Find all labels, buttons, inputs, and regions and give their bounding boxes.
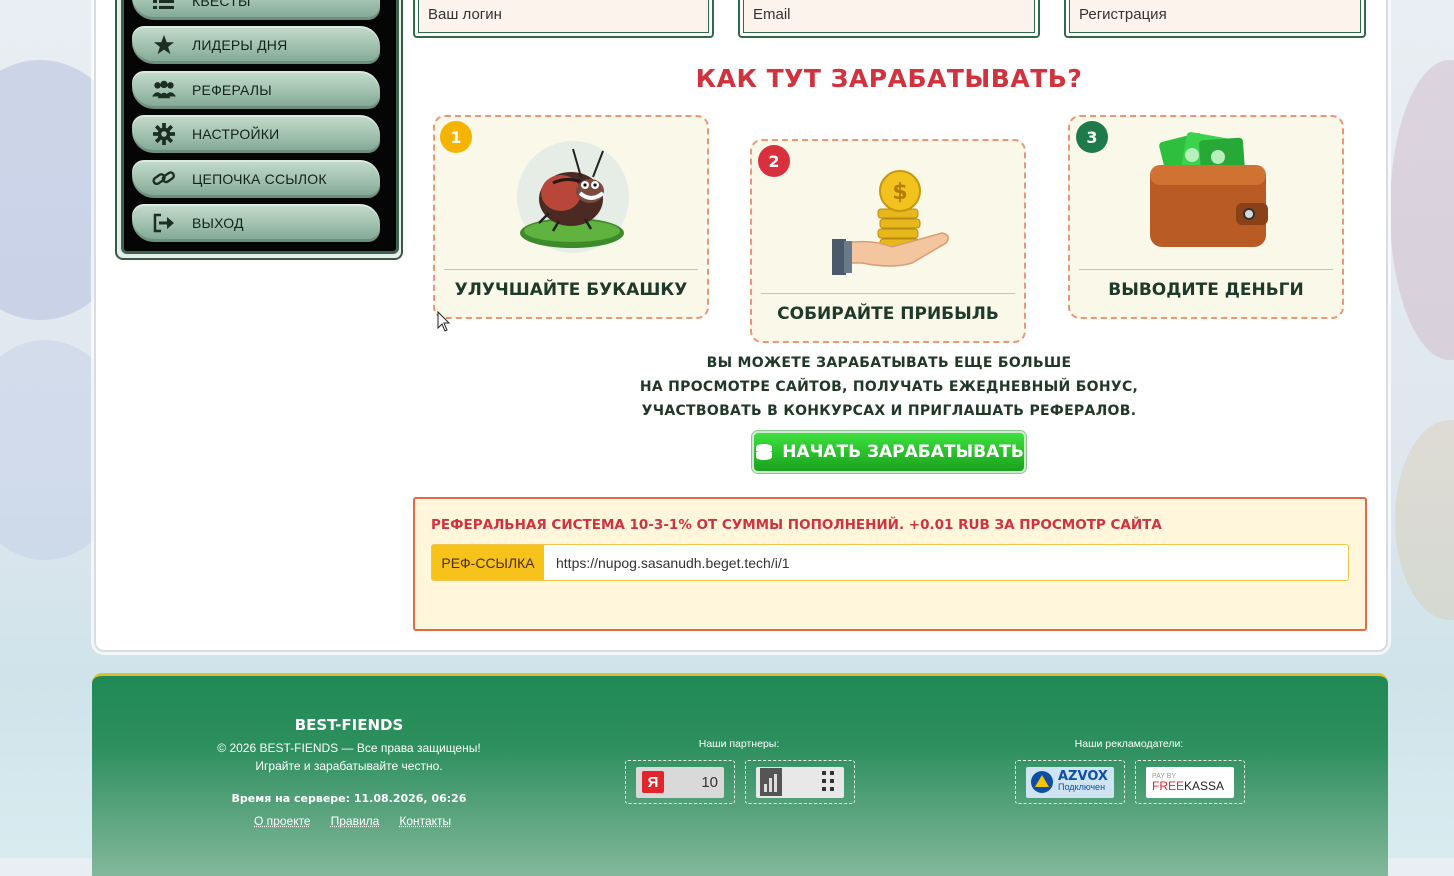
footer-link-contacts[interactable]: Контакты [399, 814, 451, 828]
link-icon [152, 167, 176, 191]
sidebar-item-referrals[interactable]: РЕФЕРАЛЫ [132, 71, 380, 109]
referral-link-row: РЕФ-ССЫЛКА https://nupog.sasanudh.beget.… [431, 544, 1349, 581]
step-card-upgrade-bug: УЛУЧШАЙТЕ БУКАШКУ [433, 115, 709, 319]
promo-line: ВЫ МОЖЕТЕ ЗАРАБАТЫВАТЬ ЕЩЕ БОЛЬШЕ [706, 355, 1072, 371]
yandex-metrika-badge[interactable]: Я 10 [625, 760, 735, 804]
step-caption: СОБИРАЙТЕ ПРИБЫЛЬ [777, 304, 999, 324]
sidebar-item-quests[interactable]: КВЕСТЫ [132, 0, 380, 20]
step-number-badge: 3 [1076, 121, 1108, 153]
step-number-badge: 1 [440, 121, 472, 153]
email-field-text[interactable]: Email [743, 0, 1035, 33]
card-divider [761, 293, 1015, 294]
earn-more-text: ВЫ МОЖЕТЕ ЗАРАБАТЫВАТЬ ЕЩЕ БОЛЬШЕ НА ПРО… [413, 351, 1365, 423]
yandex-counter: 10 [701, 773, 718, 791]
azvox-sub: Подключен [1058, 782, 1106, 792]
logout-icon [152, 211, 176, 235]
footer-link-about[interactable]: О проекте [254, 814, 311, 828]
star-icon [152, 33, 176, 57]
advertisers-title: Наши рекламодатели: [1074, 738, 1184, 750]
card-divider [1079, 269, 1333, 270]
referral-panel: РЕФЕРАЛЬНАЯ СИСТЕМА 10-3-1% ОТ СУММЫ ПОП… [413, 497, 1367, 631]
azvox-badge[interactable]: AZVOX Подключен [1015, 760, 1125, 804]
email-field[interactable]: Email [738, 0, 1040, 38]
users-icon [152, 78, 176, 102]
step-caption: УЛУЧШАЙТЕ БУКАШКУ [454, 280, 688, 300]
sidebar-item-logout[interactable]: ВЫХОД [132, 204, 380, 242]
liveinternet-counter-badge[interactable] [745, 760, 855, 804]
step-caption: ВЫВОДИТЕ ДЕНЬГИ [1108, 280, 1304, 300]
sidebar-item-label: КВЕСТЫ [192, 0, 251, 9]
coins-icon [754, 442, 774, 462]
sidebar-item-link-chain[interactable]: ЦЕПОЧКА ССЫЛОК [132, 160, 380, 198]
footer-copyright: © 2026 BEST-FIENDS — Все права защищены! [217, 741, 481, 755]
sidebar-item-label: РЕФЕРАЛЫ [192, 82, 272, 98]
gear-icon [152, 122, 176, 146]
yandex-logo: Я [642, 771, 664, 793]
background-decoration [1390, 60, 1454, 360]
bug-icon [435, 127, 707, 267]
step-card-collect-profit: $ СОБИРАЙТЕ ПРИБЫЛЬ [750, 139, 1026, 343]
footer-brand: BEST-FIENDS [294, 716, 404, 734]
sidebar-item-label: ВЫХОД [192, 215, 244, 231]
referral-link-field[interactable]: https://nupog.sasanudh.beget.tech/i/1 [544, 545, 1348, 580]
start-earning-button[interactable]: НАЧАТЬ ЗАРАБАТЫВАТЬ [752, 431, 1026, 473]
server-time: Время на сервере: 11.08.2026, 06:26 [231, 792, 467, 805]
footer-links: О проекте Правила Контакты [254, 814, 451, 828]
card-divider [444, 269, 698, 270]
referral-title: РЕФЕРАЛЬНАЯ СИСТЕМА 10-3-1% ОТ СУММЫ ПОП… [431, 517, 1162, 533]
section-title: КАК ТУТ ЗАРАБАТЫВАТЬ? [695, 64, 1083, 93]
sidebar-item-leaders[interactable]: ЛИДЕРЫ ДНЯ [132, 26, 380, 64]
sidebar-item-label: ЦЕПОЧКА ССЫЛОК [192, 171, 327, 187]
step-card-withdraw: ВЫВОДИТЕ ДЕНЬГИ [1068, 115, 1344, 319]
sidebar-item-label: НАСТРОЙКИ [192, 126, 280, 142]
partners-title: Наши партнеры: [698, 738, 780, 750]
freekassa-badge[interactable]: PAY BY FREEKASSA [1135, 760, 1245, 804]
mouse-cursor-icon [437, 311, 451, 332]
counter-bar-icon [760, 768, 782, 796]
svg-text:$: $ [892, 180, 907, 205]
footer: BEST-FIENDS © 2026 BEST-FIENDS — Все пра… [92, 673, 1388, 876]
coins-hand-icon: $ [752, 151, 1024, 291]
start-earning-label: НАЧАТЬ ЗАРАБАТЫВАТЬ [782, 442, 1024, 462]
footer-link-rules[interactable]: Правила [331, 814, 380, 828]
counter-digits-icon [822, 771, 834, 791]
login-field[interactable]: Ваш логин [413, 0, 714, 38]
register-button[interactable]: Регистрация [1064, 0, 1366, 38]
step-number-badge: 2 [758, 145, 790, 177]
promo-line: УЧАСТВОВАТЬ В КОНКУРСАХ И ПРИГЛАШАТЬ РЕФ… [641, 403, 1137, 419]
freekassa-free: FREE [1152, 778, 1185, 793]
azvox-logo-icon [1031, 771, 1053, 793]
azvox-name: AZVOX [1058, 769, 1108, 784]
login-field-text[interactable]: Ваш логин [418, 0, 709, 33]
list-icon [152, 0, 176, 13]
promo-line: НА ПРОСМОТРЕ САЙТОВ, ПОЛУЧАТЬ ЕЖЕДНЕВНЫЙ… [639, 379, 1139, 395]
footer-tagline: Играйте и зарабатывайте честно. [255, 759, 443, 773]
wallet-icon [1070, 127, 1342, 267]
freekassa-kassa: KASSA [1184, 778, 1225, 793]
sidebar-item-label: ЛИДЕРЫ ДНЯ [192, 37, 288, 53]
referral-link-label: РЕФ-ССЫЛКА [432, 545, 544, 580]
background-decoration [1395, 420, 1454, 620]
register-button-label[interactable]: Регистрация [1069, 0, 1361, 33]
sidebar-item-settings[interactable]: НАСТРОЙКИ [132, 115, 380, 153]
